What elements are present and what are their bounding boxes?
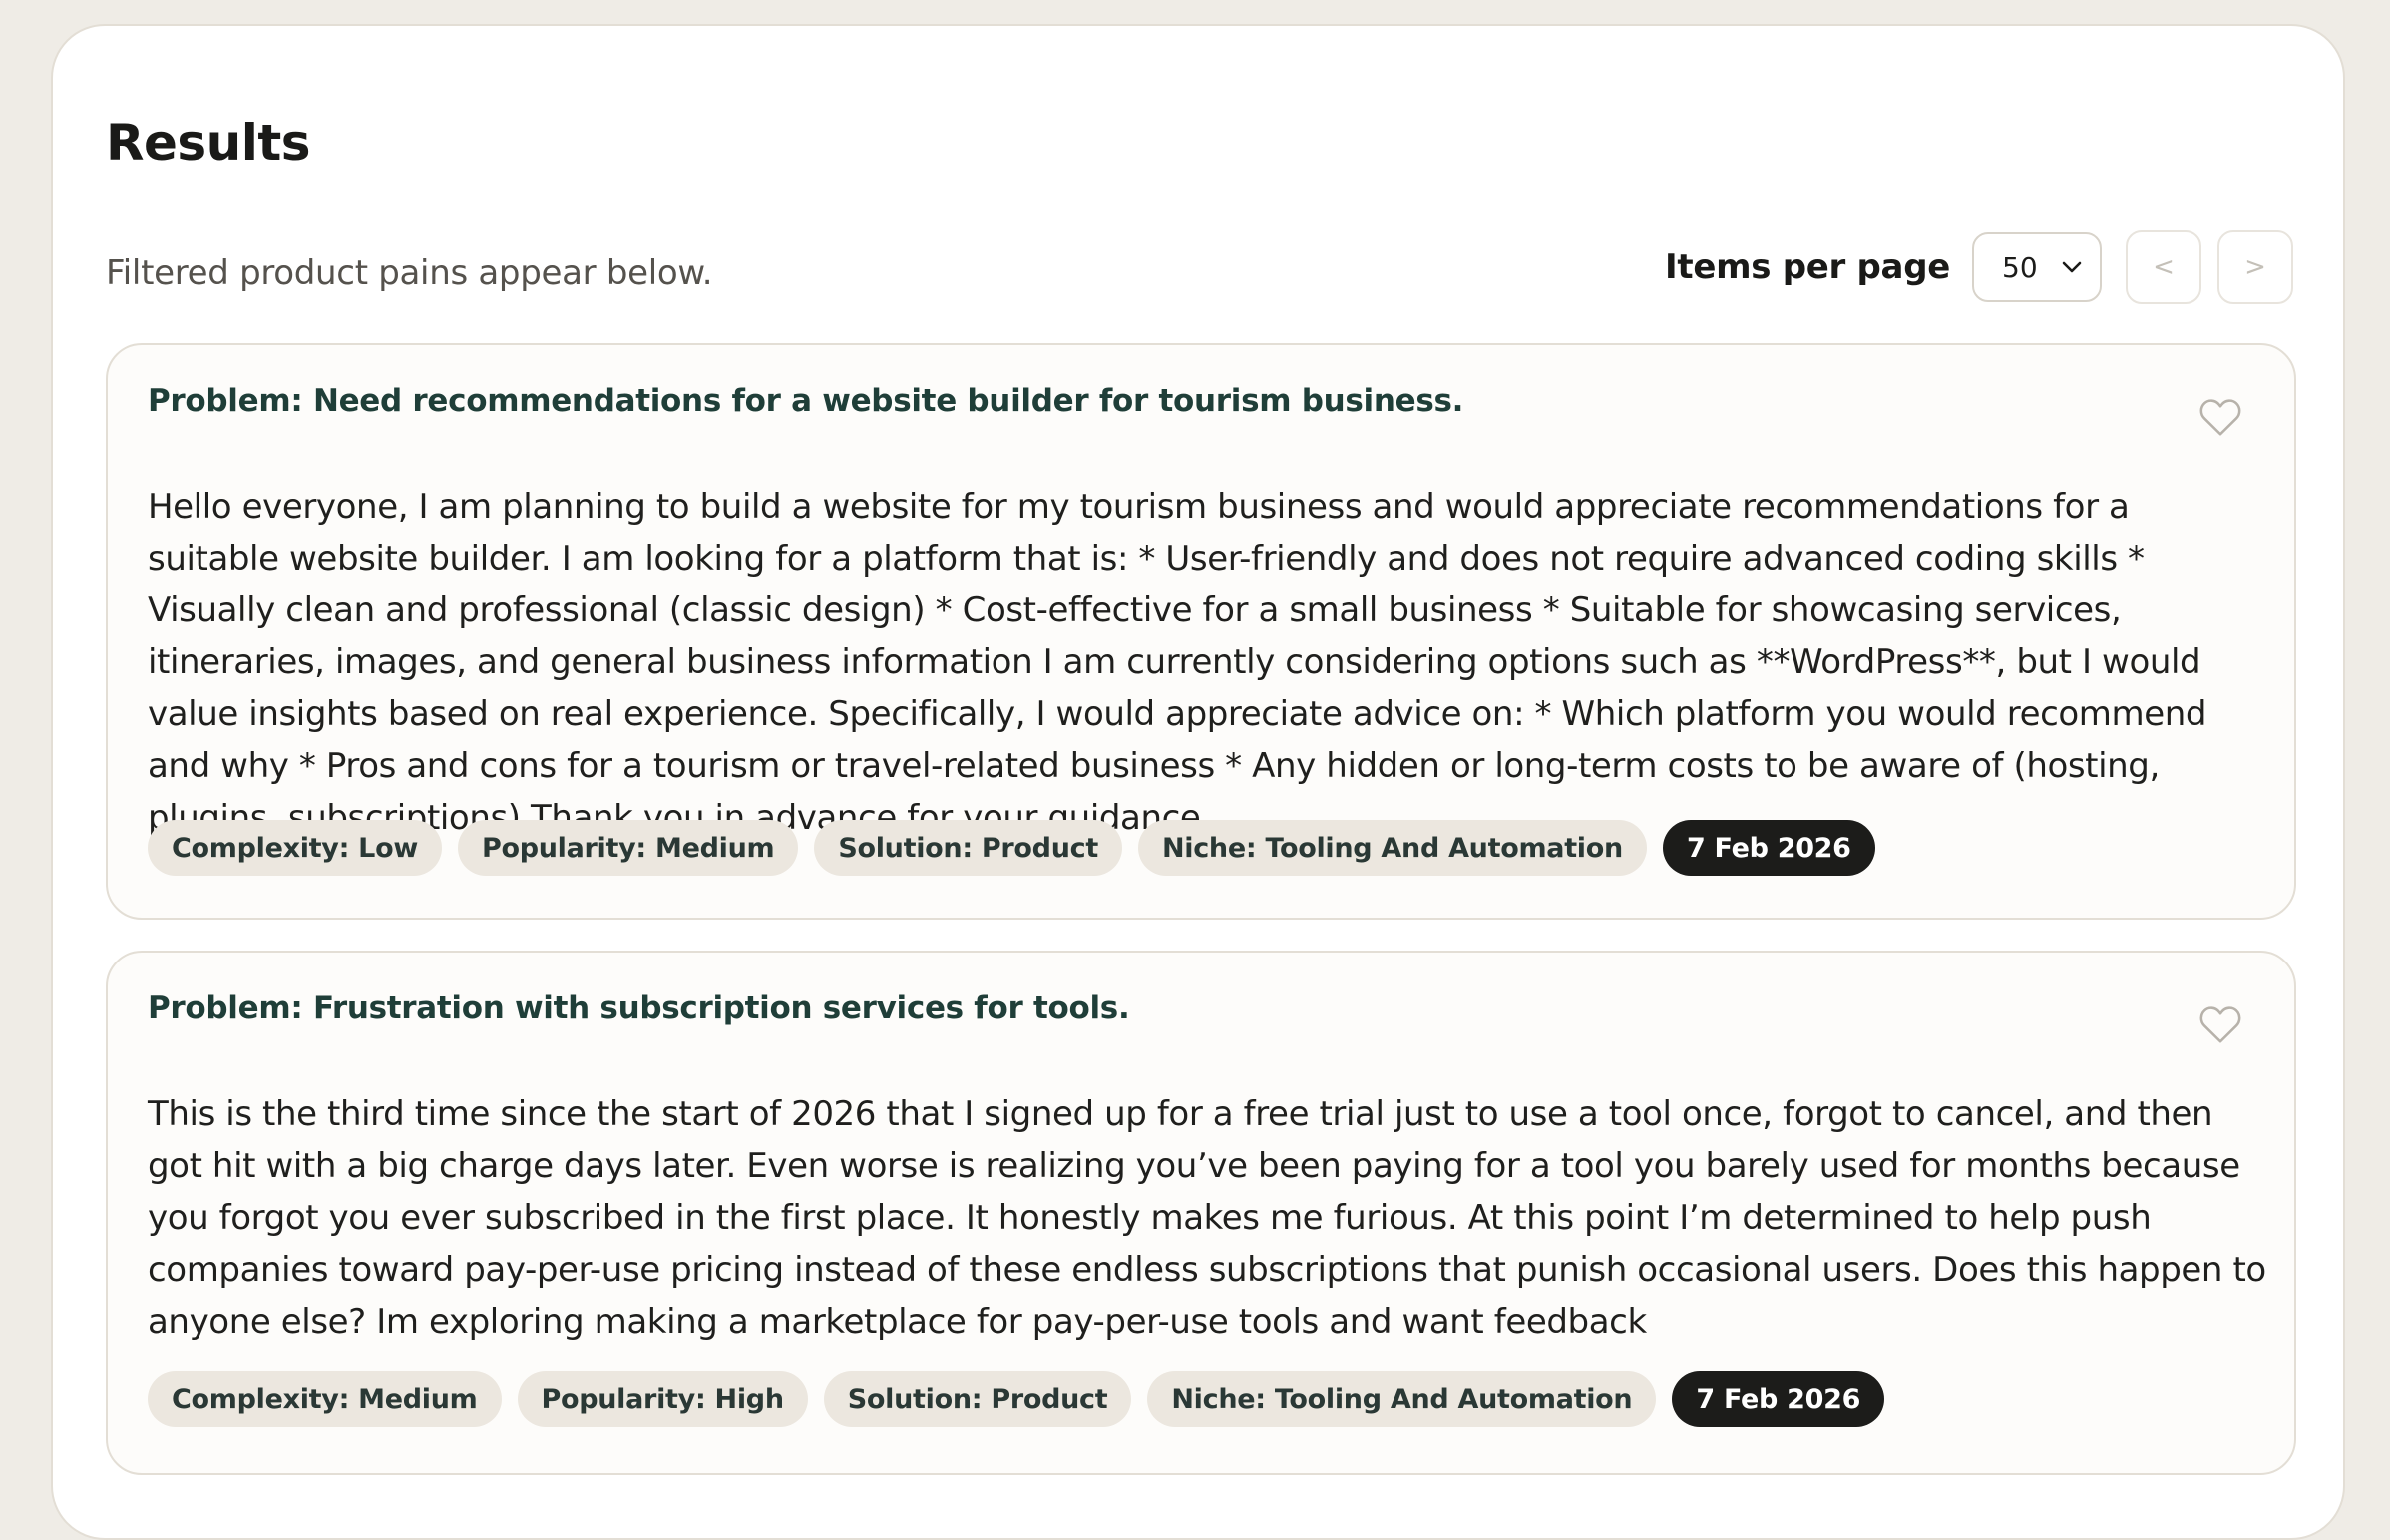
solution-tag: Solution: Product xyxy=(823,1371,1132,1427)
solution-tag: Solution: Product xyxy=(814,820,1122,876)
complexity-tag: Complexity: Medium xyxy=(148,1371,502,1427)
result-card: Problem: Frustration with subscription s… xyxy=(106,951,2296,1475)
result-tags: Complexity: Low Popularity: Medium Solut… xyxy=(148,820,1875,876)
result-title: Problem: Need recommendations for a webs… xyxy=(148,383,1464,419)
result-description: This is the third time since the start o… xyxy=(148,1094,2266,1342)
popularity-tag: Popularity: Medium xyxy=(457,820,799,876)
results-panel: Results Filtered product pains appear be… xyxy=(51,24,2345,1540)
heart-outline-icon[interactable] xyxy=(2198,1004,2242,1044)
previous-page-button[interactable]: < xyxy=(2126,230,2201,304)
items-per-page-value: 50 xyxy=(2002,250,2038,284)
page-title: Results xyxy=(106,114,311,172)
date-badge: 7 Feb 2026 xyxy=(1672,1371,1885,1427)
result-description: Hello everyone, I am planning to build a… xyxy=(148,487,2207,838)
result-tags: Complexity: Medium Popularity: High Solu… xyxy=(148,1371,1885,1427)
date-badge: 7 Feb 2026 xyxy=(1662,820,1875,876)
result-title: Problem: Frustration with subscription s… xyxy=(148,990,1130,1026)
popularity-tag: Popularity: High xyxy=(517,1371,808,1427)
items-per-page-label: Items per page xyxy=(1665,247,1950,287)
pagination-controls: Items per page 50 < > xyxy=(1665,230,2293,304)
complexity-tag: Complexity: Low xyxy=(148,820,442,876)
niche-tag: Niche: Tooling And Automation xyxy=(1137,820,1647,876)
heart-outline-icon[interactable] xyxy=(2198,397,2242,437)
items-per-page-select[interactable]: 50 xyxy=(1972,232,2102,302)
results-subtitle: Filtered product pains appear below. xyxy=(106,253,713,293)
next-page-button[interactable]: > xyxy=(2217,230,2293,304)
chevron-down-icon xyxy=(2062,261,2082,273)
niche-tag: Niche: Tooling And Automation xyxy=(1147,1371,1657,1427)
result-card: Problem: Need recommendations for a webs… xyxy=(106,343,2296,920)
